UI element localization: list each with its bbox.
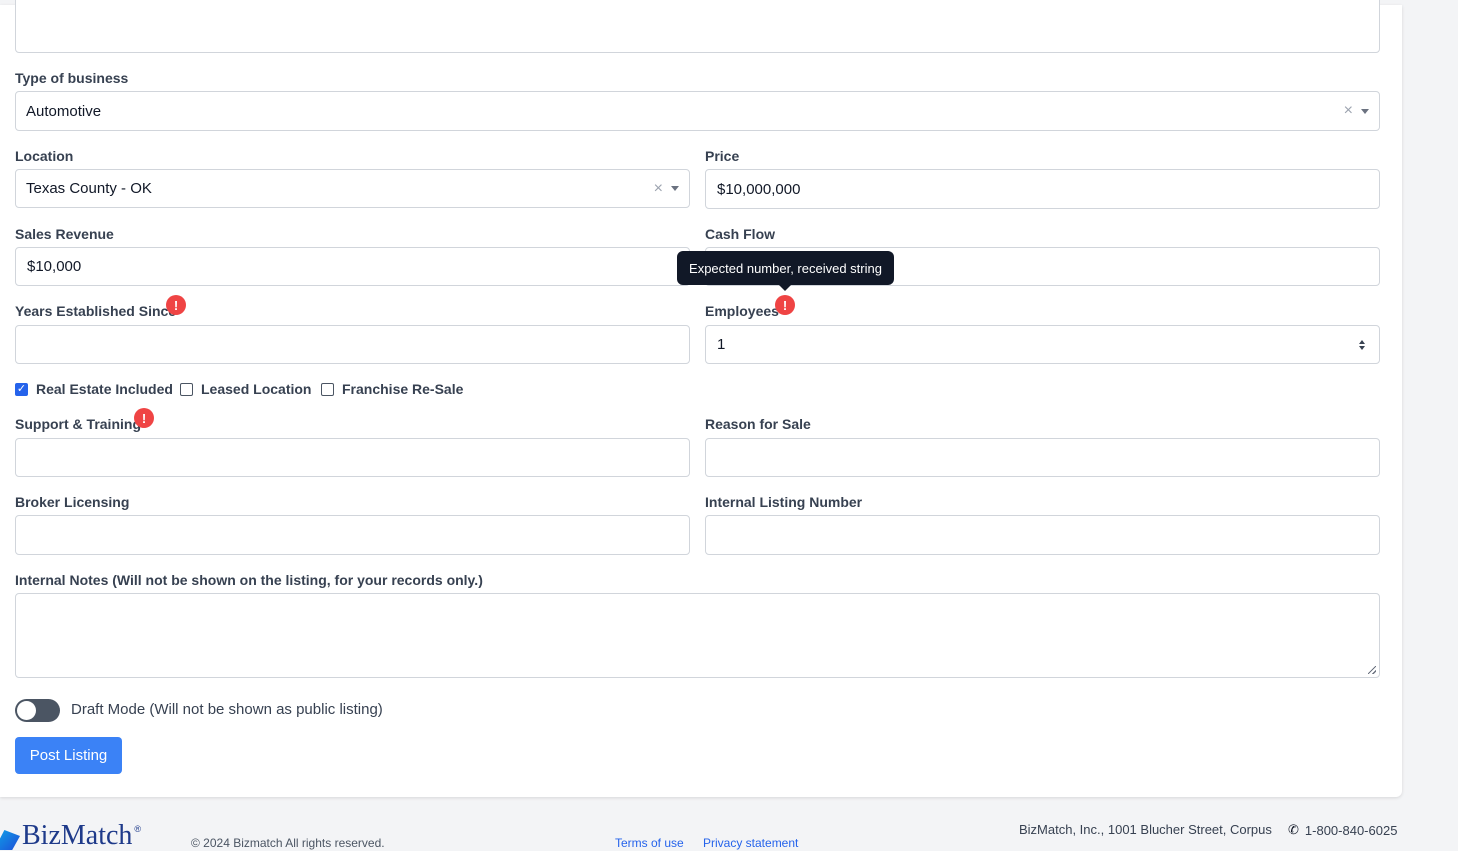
checkbox-franchise-resale[interactable]: Franchise Re-Sale <box>321 381 463 397</box>
employees-label: Employees <box>705 303 779 319</box>
clear-icon[interactable]: × <box>1344 103 1353 119</box>
checkbox-leased-location[interactable]: Leased Location <box>180 381 311 397</box>
registered-mark: ® <box>134 824 142 834</box>
support-training-label: Support & Training <box>15 416 141 432</box>
checkbox-unchecked-icon[interactable] <box>321 382 334 396</box>
location-label: Location <box>15 148 74 164</box>
sales-revenue-value: $10,000 <box>27 258 82 275</box>
internal-notes-label: Internal Notes (Will not be shown on the… <box>15 572 483 588</box>
internal-notes-textarea[interactable] <box>15 593 1380 678</box>
price-label: Price <box>705 148 740 164</box>
draft-mode-label: Draft Mode (Will not be shown as public … <box>71 701 383 718</box>
checkbox-real-estate-included[interactable]: Real Estate Included <box>15 381 173 397</box>
employees-input[interactable]: 1 <box>705 325 1380 364</box>
reason-for-sale-label: Reason for Sale <box>705 416 811 432</box>
sales-revenue-input[interactable]: $10,000 <box>15 247 690 286</box>
resize-handle-icon[interactable] <box>1368 666 1376 674</box>
broker-licensing-label: Broker Licensing <box>15 494 130 510</box>
internal-listing-number-label: Internal Listing Number <box>705 494 863 510</box>
checkbox-unchecked-icon[interactable] <box>180 382 193 396</box>
checkbox-label: Leased Location <box>201 381 312 397</box>
type-of-business-value: Automotive <box>26 102 102 120</box>
checkbox-label: Franchise Re-Sale <box>342 381 464 397</box>
toggle-knob <box>17 701 36 720</box>
checkbox-checked-icon[interactable] <box>15 382 28 396</box>
logo-mark-icon <box>0 830 20 850</box>
footer-copyright: © 2024 Bizmatch All rights reserved. <box>191 836 385 850</box>
years-established-error-icon[interactable]: ! <box>166 295 186 315</box>
cash-flow-label: Cash Flow <box>705 226 776 242</box>
post-listing-button[interactable]: Post Listing <box>15 737 122 774</box>
support-training-input[interactable] <box>15 438 690 477</box>
price-input[interactable]: $10,000,000 <box>705 169 1380 209</box>
location-value: Texas County - OK <box>26 180 152 197</box>
phone-icon: ✆ <box>1288 822 1299 837</box>
employees-error-icon[interactable]: ! <box>775 295 795 315</box>
footer-phone-number: 1-800-840-6025 <box>1304 822 1398 838</box>
checkbox-label: Real Estate Included <box>36 381 173 397</box>
employees-value: 1 <box>717 336 726 353</box>
bizmatch-logo[interactable]: BizMatch ® <box>0 822 142 850</box>
location-select[interactable]: Texas County - OK × <box>15 169 690 208</box>
clear-icon[interactable]: × <box>654 180 663 197</box>
draft-mode-toggle[interactable] <box>15 699 60 722</box>
terms-of-use-link[interactable]: Terms of use <box>615 836 684 850</box>
years-established-input[interactable] <box>15 325 690 364</box>
footer-address: BizMatch, Inc., 1001 Blucher Street, Cor… <box>1019 822 1272 837</box>
broker-licensing-input[interactable] <box>15 515 690 555</box>
internal-listing-number-input[interactable] <box>705 515 1380 555</box>
validation-tooltip: Expected number, received string <box>677 251 894 291</box>
chevron-down-icon[interactable] <box>671 186 679 191</box>
reason-for-sale-input[interactable] <box>705 438 1380 477</box>
sales-revenue-label: Sales Revenue <box>15 226 114 242</box>
description-textarea[interactable] <box>15 0 1380 53</box>
chevron-down-icon[interactable] <box>1361 108 1369 114</box>
chevron-up-icon[interactable] <box>1359 339 1365 344</box>
chevron-down-icon[interactable] <box>1359 345 1365 350</box>
years-established-label: Years Established Since <box>15 303 177 319</box>
privacy-statement-link[interactable]: Privacy statement <box>703 836 798 850</box>
number-stepper[interactable] <box>1359 339 1379 350</box>
support-training-error-icon[interactable]: ! <box>134 408 154 428</box>
price-value: $10,000,000 <box>717 180 801 198</box>
type-of-business-label: Type of business <box>15 70 129 86</box>
footer-phone[interactable]: ✆ 1-800-840-6025 <box>1288 822 1397 838</box>
type-of-business-select[interactable]: Automotive × <box>15 91 1380 131</box>
